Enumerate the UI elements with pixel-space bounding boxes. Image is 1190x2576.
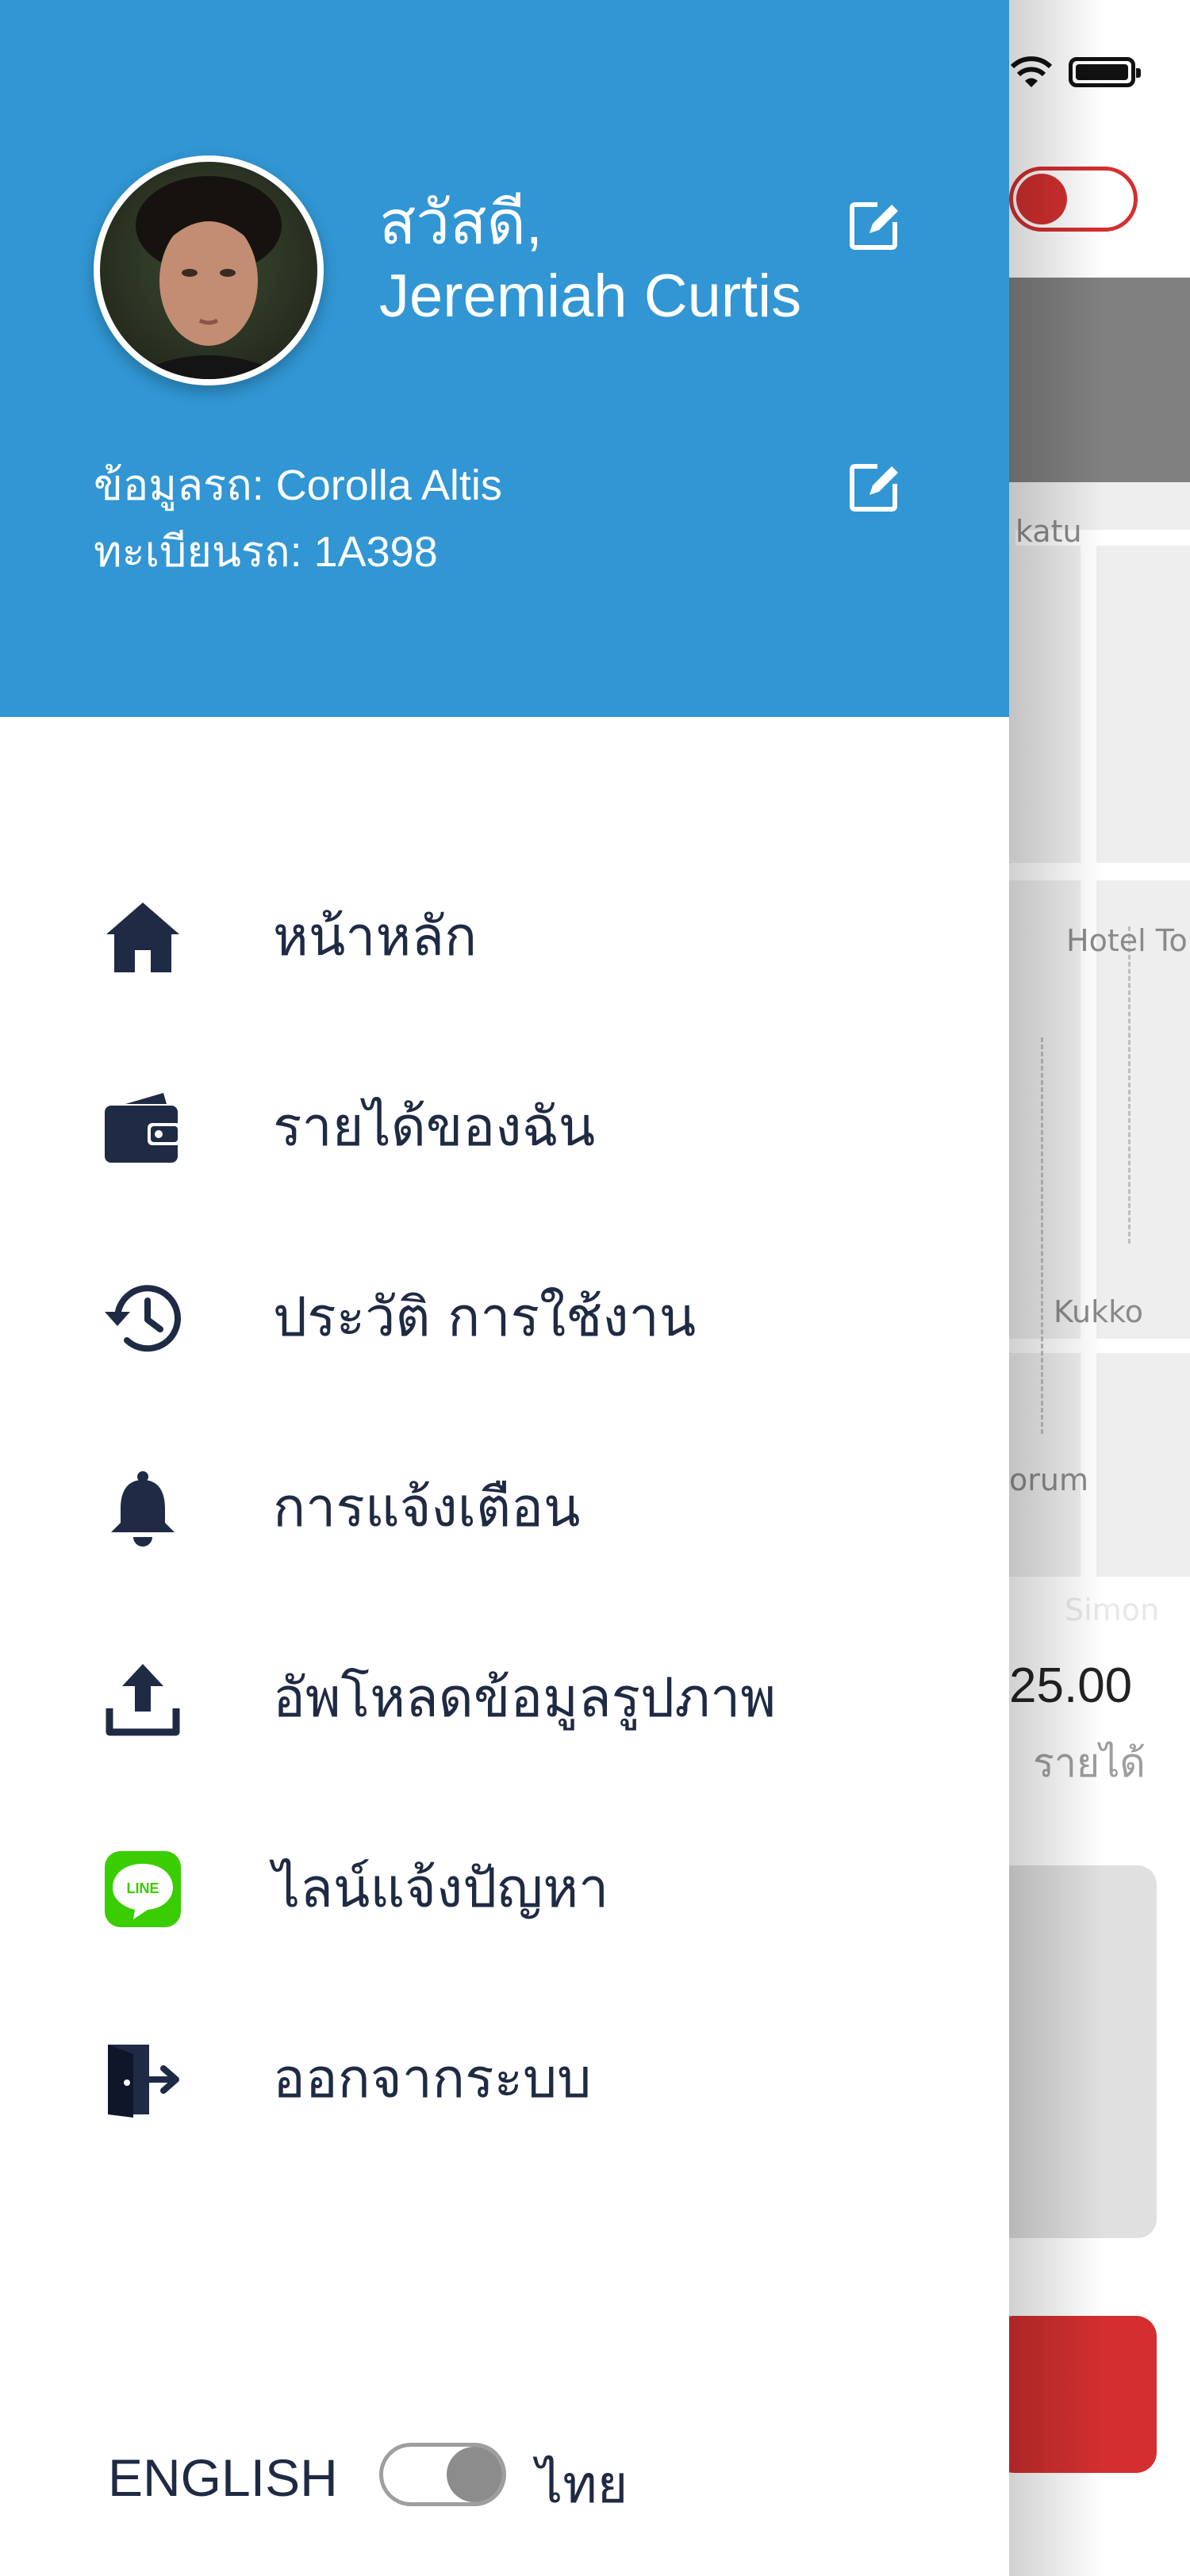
license-plate: ทะเบียนรถ: 1A398 [94,528,438,576]
driver-name: Jeremiah Curtis [379,263,802,330]
menu-item-home[interactable]: หน้าหลัก [0,869,1009,996]
menu-label-earnings: รายได้ของฉัน [273,1096,596,1159]
menu-label-history: ประวัติ การใช้งาน [273,1286,697,1349]
vehicle-info: ข้อมูลรถ: Corolla Altis ทะเบียนรถ: 1A398 [94,452,502,585]
history-icon [105,1285,181,1352]
profile-photo-icon [124,176,294,379]
menu-label-line-support: ไลน์แจ้งปัญหา [273,1857,609,1920]
language-toggle[interactable] [379,2443,506,2506]
navigation-drawer: สวัสดี, Jeremiah Curtis ข้อมูลรถ: Coroll… [0,0,1009,2576]
menu-label-upload: อัพโหลดข้อมูลรูปภาพ [273,1667,777,1730]
language-switch: ENGLISH ไทย [108,2435,822,2515]
menu-item-notifications[interactable]: การแจ้งเตือน [0,1440,1009,1567]
drawer-shadow [1009,0,1104,2576]
avatar-photo [100,162,317,379]
menu-label-home: หน้าหลัก [273,906,478,968]
greeting: สวัสดี, Jeremiah Curtis [379,187,801,333]
greeting-hello: สวัสดี, [379,190,543,257]
menu-label-notifications: การแจ้งเตือน [273,1477,581,1539]
wallet-icon [105,1093,181,1163]
menu-item-earnings[interactable]: รายได้ของฉัน [0,1060,1009,1186]
car-model: ข้อมูลรถ: Corolla Altis [94,462,502,509]
language-english-label[interactable]: ENGLISH [108,2448,338,2508]
menu-item-line-support[interactable]: LINE ไลน์แจ้งปัญหา [0,1821,1009,1948]
language-toggle-knob [447,2447,502,2502]
logout-icon [108,2045,179,2118]
edit-profile-icon[interactable] [846,197,903,254]
menu-item-logout[interactable]: ออกจากระบบ [0,2011,1009,2138]
drawer-header: สวัสดี, Jeremiah Curtis ข้อมูลรถ: Coroll… [0,0,1009,717]
avatar[interactable] [94,155,324,385]
language-thai-label[interactable]: ไทย [536,2443,628,2526]
menu-item-history[interactable]: ประวัติ การใช้งาน [0,1250,1009,1377]
home-icon [106,903,179,972]
menu-item-upload[interactable]: อัพโหลดข้อมูลรูปภาพ [0,1631,1009,1758]
svg-text:LINE: LINE [126,1880,159,1896]
bell-icon [111,1471,175,1547]
menu-label-logout: ออกจากระบบ [273,2048,592,2110]
edit-vehicle-icon[interactable] [846,458,903,516]
line-icon: LINE [105,1851,181,1927]
upload-icon [106,1664,180,1736]
